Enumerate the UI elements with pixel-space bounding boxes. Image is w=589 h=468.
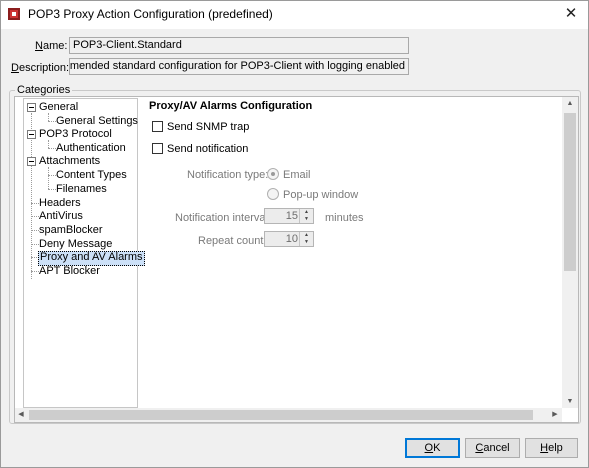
close-icon[interactable]: ✕ (562, 6, 580, 22)
notification-type-label: Notification type: (187, 169, 269, 181)
send-notification-label[interactable]: Send notification (167, 143, 248, 155)
notification-interval-value[interactable]: 15 (286, 209, 298, 223)
interval-unit-label: minutes (325, 212, 364, 224)
ok-button[interactable]: OK (405, 438, 460, 458)
horizontal-scroll-thumb[interactable] (29, 410, 533, 420)
cancel-button[interactable]: Cancel (465, 438, 520, 458)
panel-title: Proxy/AV Alarms Configuration (149, 100, 313, 112)
email-radio[interactable] (267, 168, 279, 180)
scroll-right-icon[interactable]: ▶ (549, 409, 561, 421)
description-label: Description: (11, 62, 70, 74)
tree-item-proxy-av-alarms[interactable]: Proxy and AV Alarms (38, 251, 145, 266)
notification-interval-label: Notification interval: (175, 212, 271, 224)
tree-item-antivirus[interactable]: AntiVirus (38, 210, 84, 223)
scroll-down-icon[interactable]: ▼ (563, 396, 577, 408)
tree-item-headers[interactable]: Headers (38, 197, 82, 210)
tree-item-general[interactable]: General (38, 101, 79, 114)
popup-window-radio-label[interactable]: Pop-up window (283, 189, 358, 201)
tree-item-content-types[interactable]: Content Types (55, 169, 128, 182)
spinner-buttons: ▲ ▼ (299, 209, 313, 223)
tree-item-apt-blocker[interactable]: APT Blocker (38, 265, 101, 278)
popup-window-radio[interactable] (267, 188, 279, 200)
repeat-count-value[interactable]: 10 (286, 232, 298, 246)
spin-down-icon[interactable]: ▼ (300, 239, 313, 246)
collapse-attachments-icon[interactable] (27, 157, 36, 166)
collapse-general-icon[interactable] (27, 103, 36, 112)
spin-down-icon[interactable]: ▼ (300, 216, 313, 223)
category-tree[interactable]: General General Settings POP3 Protocol A… (23, 98, 145, 408)
send-snmp-trap-label[interactable]: Send SNMP trap (167, 121, 249, 133)
spin-up-icon[interactable]: ▲ (300, 209, 313, 216)
tree-item-filenames[interactable]: Filenames (55, 183, 108, 196)
repeat-count-label: Repeat count: (198, 235, 267, 247)
notification-interval-spinner[interactable]: 15 ▲ ▼ (264, 208, 314, 224)
scroll-up-icon[interactable]: ▲ (563, 98, 577, 110)
spinner-buttons: ▲ ▼ (299, 232, 313, 246)
help-button[interactable]: Help (525, 438, 578, 458)
send-notification-checkbox[interactable] (152, 143, 163, 154)
scroll-left-icon[interactable]: ◀ (15, 409, 27, 421)
tree-item-pop3-protocol[interactable]: POP3 Protocol (38, 128, 113, 141)
send-snmp-trap-checkbox[interactable] (152, 121, 163, 132)
window-title: POP3 Proxy Action Configuration (predefi… (28, 7, 273, 21)
watchguard-logo-icon (8, 8, 20, 20)
tree-item-attachments[interactable]: Attachments (38, 155, 101, 168)
tree-item-general-settings[interactable]: General Settings (55, 115, 139, 128)
spin-up-icon[interactable]: ▲ (300, 232, 313, 239)
collapse-pop3-protocol-icon[interactable] (27, 130, 36, 139)
categories-legend: Categories (15, 84, 73, 96)
email-radio-label[interactable]: Email (283, 169, 311, 181)
tree-item-spamblocker[interactable]: spamBlocker (38, 224, 104, 237)
repeat-count-spinner[interactable]: 10 ▲ ▼ (264, 231, 314, 247)
vertical-scroll-thumb[interactable] (564, 113, 576, 271)
tree-item-deny-message[interactable]: Deny Message (38, 238, 113, 251)
name-field[interactable]: POP3-Client.Standard (69, 37, 409, 54)
tree-item-authentication[interactable]: Authentication (55, 142, 127, 155)
name-label: Name: (35, 40, 68, 52)
description-field[interactable]: tchGuard recommended standard configurat… (69, 58, 409, 75)
